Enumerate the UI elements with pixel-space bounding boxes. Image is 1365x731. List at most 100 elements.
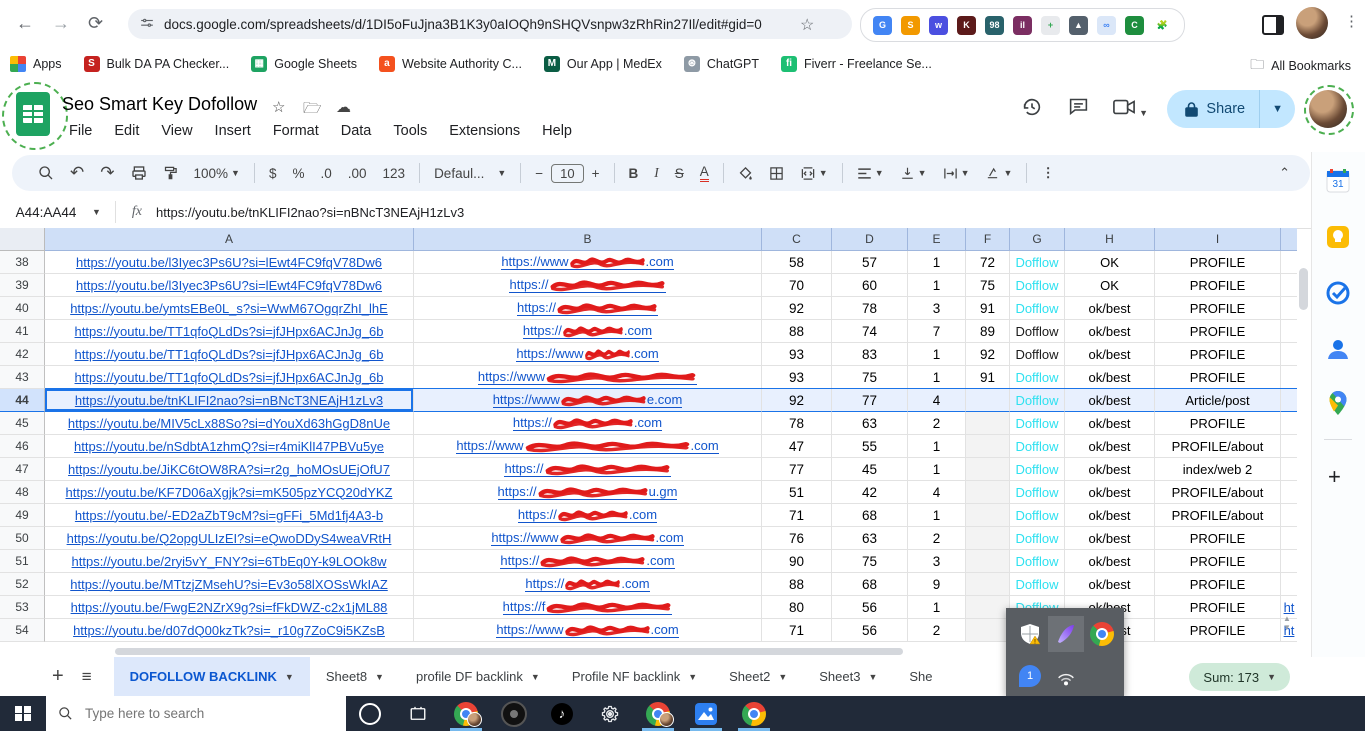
cell-b-47[interactable]: https://	[414, 458, 762, 481]
cell-g-49[interactable]: Dofflow	[1010, 504, 1065, 527]
increase-decimals-button[interactable]: .00	[348, 166, 367, 181]
cell-h-42[interactable]: ok/best	[1065, 343, 1155, 366]
format-percent-button[interactable]: %	[292, 166, 304, 181]
search-menus-icon[interactable]	[38, 165, 54, 181]
cell-a-51[interactable]: https://youtu.be/2ryi5vY_FNY?si=6TbEq0Y-…	[45, 550, 414, 573]
cell-d-41[interactable]: 74	[832, 320, 908, 343]
cell-h-43[interactable]: ok/best	[1065, 366, 1155, 389]
font-select[interactable]: Defaul... ▼	[434, 166, 506, 181]
decrease-decimals-button[interactable]: .0	[320, 166, 331, 181]
sheet-tab-dofollow-backlink[interactable]: DOFOLLOW BACKLINK▼	[114, 657, 310, 696]
cell-g-44[interactable]: Dofflow	[1010, 389, 1065, 412]
column-header-a[interactable]: A	[45, 228, 414, 251]
cell-b-42[interactable]: https://www.com	[414, 343, 762, 366]
cell-i-41[interactable]: PROFILE	[1155, 320, 1281, 343]
settings-gear-icon[interactable]	[586, 696, 634, 731]
cell-a-40[interactable]: https://youtu.be/ymtsEBe0L_s?si=WwM67Ogq…	[45, 297, 414, 320]
cell-e-44[interactable]: 4	[908, 389, 966, 412]
column-header-f[interactable]: F	[966, 228, 1010, 251]
cell-i-40[interactable]: PROFILE	[1155, 297, 1281, 320]
cell-e-49[interactable]: 1	[908, 504, 966, 527]
cell-i-54[interactable]: PROFILE	[1155, 619, 1281, 642]
cell-g-40[interactable]: Dofflow	[1010, 297, 1065, 320]
cell-j-38[interactable]	[1281, 251, 1297, 274]
cell-i-48[interactable]: PROFILE/about	[1155, 481, 1281, 504]
cell-d-54[interactable]: 56	[832, 619, 908, 642]
menu-help[interactable]: Help	[533, 120, 581, 142]
chrome-tray-icon[interactable]	[1084, 616, 1120, 652]
cell-rowheader-45[interactable]: 45	[0, 412, 45, 435]
back-button[interactable]: ←	[16, 13, 34, 34]
cell-f-41[interactable]: 89	[966, 320, 1010, 343]
cell-f-48[interactable]	[966, 481, 1010, 504]
merge-cells-icon[interactable]: ▼	[800, 166, 828, 181]
cell-a-53[interactable]: https://youtu.be/FwgE2NZrX9g?si=fFkDWZ-c…	[45, 596, 414, 619]
cell-f-45[interactable]	[966, 412, 1010, 435]
print-icon[interactable]	[131, 165, 147, 181]
cell-c-39[interactable]: 70	[762, 274, 832, 297]
cell-d-38[interactable]: 57	[832, 251, 908, 274]
cell-h-40[interactable]: ok/best	[1065, 297, 1155, 320]
cell-a-52[interactable]: https://youtu.be/MTtzjZMsehU?si=Ev3o58lX…	[45, 573, 414, 596]
cell-h-52[interactable]: ok/best	[1065, 573, 1155, 596]
cell-j-48[interactable]	[1281, 481, 1297, 504]
strikethrough-button[interactable]: S	[675, 166, 684, 181]
vertical-scrollbar[interactable]	[1299, 268, 1308, 310]
cell-g-46[interactable]: Dofflow	[1010, 435, 1065, 458]
cell-h-39[interactable]: OK	[1065, 274, 1155, 297]
bookmark-website-authority-c-[interactable]: aWebsite Authority C...	[379, 56, 522, 72]
cell-i-39[interactable]: PROFILE	[1155, 274, 1281, 297]
forward-button[interactable]: →	[52, 13, 70, 34]
cell-i-53[interactable]: PROFILE	[1155, 596, 1281, 619]
cell-e-48[interactable]: 4	[908, 481, 966, 504]
column-header-h[interactable]: H	[1065, 228, 1155, 251]
cell-d-47[interactable]: 45	[832, 458, 908, 481]
cortana-icon[interactable]	[346, 696, 394, 731]
cell-h-45[interactable]: ok/best	[1065, 412, 1155, 435]
cell-c-44[interactable]: 92	[762, 389, 832, 412]
cell-a-44[interactable]: https://youtu.be/tnKLIFI2nao?si=nBNcT3NE…	[45, 389, 414, 412]
cell-b-50[interactable]: https://www.com	[414, 527, 762, 550]
sheet-tab-menu-icon[interactable]: ▼	[778, 672, 787, 682]
cell-j-44[interactable]	[1281, 389, 1297, 412]
cell-f-42[interactable]: 92	[966, 343, 1010, 366]
cell-a-54[interactable]: https://youtu.be/d07dQ00kzTk?si=_r10g7Zo…	[45, 619, 414, 642]
bookmark-bulk-da-pa-checker-[interactable]: SBulk DA PA Checker...	[84, 56, 230, 72]
cell-a-42[interactable]: https://youtu.be/TT1qfoQLdDs?si=jfJHpx6A…	[45, 343, 414, 366]
meet-video-icon[interactable]: ▼	[1101, 98, 1159, 121]
cell-c-40[interactable]: 92	[762, 297, 832, 320]
sum-pill[interactable]: Sum: 173▼	[1189, 663, 1290, 691]
cell-c-52[interactable]: 88	[762, 573, 832, 596]
cell-rowheader-50[interactable]: 50	[0, 527, 45, 550]
cell-h-44[interactable]: ok/best	[1065, 389, 1155, 412]
menu-view[interactable]: View	[152, 120, 201, 142]
keep-icon[interactable]	[1325, 224, 1351, 250]
sheet-tab-sheet3[interactable]: Sheet3▼	[803, 657, 893, 696]
chrome-taskbar-icon[interactable]	[442, 696, 490, 731]
reload-button[interactable]: ⟳	[88, 13, 103, 34]
cell-j-46[interactable]	[1281, 435, 1297, 458]
cell-rowheader-44[interactable]: 44	[0, 389, 45, 412]
share-dropdown-icon[interactable]: ▼	[1260, 103, 1295, 115]
cell-i-52[interactable]: PROFILE	[1155, 573, 1281, 596]
menu-data[interactable]: Data	[332, 120, 381, 142]
cell-f-51[interactable]	[966, 550, 1010, 573]
cell-a-47[interactable]: https://youtu.be/JiKC6tOW8RA?si=r2g_hoMO…	[45, 458, 414, 481]
bookmark-our-app-medex[interactable]: MOur App | MedEx	[544, 56, 662, 72]
cell-b-45[interactable]: https://.com	[414, 412, 762, 435]
cell-i-38[interactable]: PROFILE	[1155, 251, 1281, 274]
add-addon-icon[interactable]: +	[1328, 464, 1341, 490]
column-header-e[interactable]: E	[908, 228, 966, 251]
cell-b-43[interactable]: https://www	[414, 366, 762, 389]
cell-e-40[interactable]: 3	[908, 297, 966, 320]
format-currency-button[interactable]: $	[269, 166, 277, 181]
bold-button[interactable]: B	[629, 166, 639, 181]
share-button[interactable]: Share ▼	[1167, 90, 1295, 128]
site-settings-icon[interactable]	[140, 17, 154, 31]
photos-app-icon[interactable]	[682, 696, 730, 731]
cell-d-48[interactable]: 42	[832, 481, 908, 504]
cloud-status-icon[interactable]: ☁	[336, 98, 351, 116]
text-color-button[interactable]: A	[700, 164, 709, 182]
cell-j-42[interactable]	[1281, 343, 1297, 366]
cell-rowheader-47[interactable]: 47	[0, 458, 45, 481]
